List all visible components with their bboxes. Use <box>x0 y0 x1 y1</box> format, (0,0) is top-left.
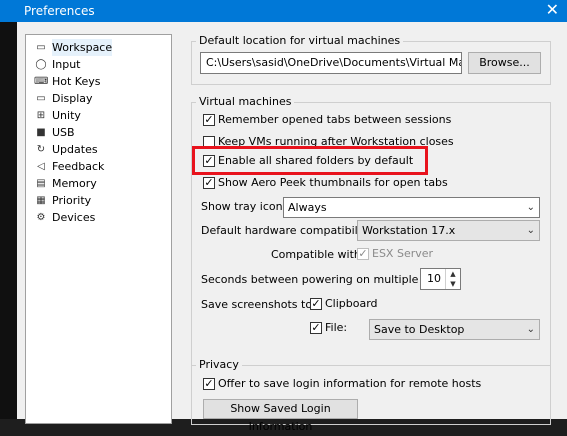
seconds-label: Seconds between powering on multiple VMs… <box>201 273 449 286</box>
remember-tabs-checkbox[interactable]: ✓ Remember opened tabs between sessions <box>203 113 451 126</box>
background-strip <box>0 22 17 419</box>
priority-icon: ▦ <box>36 194 46 206</box>
sidebar-item-priority[interactable]: ▦ Priority <box>26 192 171 209</box>
file-location-select[interactable]: Save to Desktop ⌄ <box>369 319 540 340</box>
chevron-down-icon: ⌄ <box>526 225 535 236</box>
checkbox-label: Clipboard <box>325 297 378 310</box>
aero-peek-checkbox[interactable]: ✓ Show Aero Peek thumbnails for open tab… <box>203 176 448 189</box>
checkmark-icon: ✓ <box>203 175 215 189</box>
sidebar-item-label: Display <box>52 92 93 105</box>
default-location-input[interactable]: C:\Users\sasid\OneDrive\Documents\Virtua… <box>200 52 462 74</box>
usb-icon: ■ <box>36 126 46 138</box>
chevron-down-icon: ⌄ <box>526 202 535 213</box>
title-bar: Preferences ✕ <box>0 0 567 22</box>
dialog-client-area: ▭ Workspace ◯ Input ⌨ Hot Keys ▭ Display ⊞ Un… <box>17 22 567 433</box>
sidebar-item-hot-keys[interactable]: ⌨ Hot Keys <box>26 73 171 90</box>
window-title: Preferences <box>24 4 95 18</box>
sidebar-item-usb[interactable]: ■ USB <box>26 124 171 141</box>
checkmark-icon: ✓ <box>310 296 322 310</box>
sidebar-item-devices[interactable]: ⚙ Devices <box>26 209 171 226</box>
hw-compat-value: Workstation 17.x <box>362 224 456 237</box>
stepper-arrows-icon[interactable]: ▲ ▼ <box>445 269 460 289</box>
sidebar-item-label: Devices <box>52 211 96 224</box>
compatible-with-label: Compatible with: <box>271 248 365 261</box>
sidebar-item-label: Hot Keys <box>52 75 101 88</box>
close-icon[interactable]: ✕ <box>546 1 559 19</box>
sidebar-item-label: Priority <box>52 194 92 207</box>
checkmark-icon: ✓ <box>203 112 215 126</box>
clipboard-checkbox[interactable]: ✓ Clipboard <box>310 297 378 310</box>
sidebar-item-workspace[interactable]: ▭ Workspace <box>26 39 171 56</box>
sidebar-item-memory[interactable]: ▤ Memory <box>26 175 171 192</box>
tray-icon-value: Always <box>288 201 327 214</box>
sidebar-item-feedback[interactable]: ◁ Feedback <box>26 158 171 175</box>
checkbox-label: Remember opened tabs between sessions <box>218 113 452 126</box>
monitor-icon: ▭ <box>36 92 46 104</box>
screenshots-label: Save screenshots to: <box>201 298 316 311</box>
default-location-legend: Default location for virtual machines <box>196 34 404 47</box>
sidebar-item-input[interactable]: ◯ Input <box>26 56 171 73</box>
updates-icon: ↻ <box>36 143 46 155</box>
unity-icon: ⊞ <box>36 109 46 121</box>
privacy-legend: Privacy <box>196 358 242 371</box>
sidebar-item-label: Memory <box>52 177 97 190</box>
checkbox-label: Show Aero Peek thumbnails for open tabs <box>218 176 448 189</box>
sidebar-item-label: Updates <box>52 143 98 156</box>
sidebar-item-display[interactable]: ▭ Display <box>26 90 171 107</box>
memory-icon: ▤ <box>36 177 46 189</box>
chevron-down-icon: ⌄ <box>526 324 535 335</box>
esx-server-checkbox[interactable]: ✓ ESX Server <box>357 247 433 260</box>
file-location-value: Save to Desktop <box>374 323 465 336</box>
mouse-icon: ◯ <box>35 58 47 70</box>
sidebar-item-updates[interactable]: ↻ Updates <box>26 141 171 158</box>
sidebar-item-label: Unity <box>52 109 81 122</box>
tray-icon-select[interactable]: Always ⌄ <box>283 197 540 218</box>
checkbox-label: File: <box>325 321 348 334</box>
hw-compat-select[interactable]: Workstation 17.x ⌄ <box>357 220 540 241</box>
sidebar-item-label: USB <box>52 126 75 139</box>
checkbox-label: Offer to save login information for remo… <box>218 377 482 390</box>
browse-button[interactable]: Browse... <box>468 52 541 74</box>
seconds-stepper[interactable]: 10 ▲ ▼ <box>420 268 461 290</box>
sidebar-item-label: Feedback <box>52 160 105 173</box>
sidebar-item-unity[interactable]: ⊞ Unity <box>26 107 171 124</box>
virtual-machines-legend: Virtual machines <box>196 95 295 108</box>
checkmark-icon: ✓ <box>357 246 369 260</box>
checkmark-icon: ✓ <box>310 320 322 334</box>
seconds-value: 10 <box>427 272 441 285</box>
highlight-box <box>192 146 428 175</box>
sidebar-item-label: Workspace <box>52 39 113 56</box>
offer-save-login-checkbox[interactable]: ✓ Offer to save login information for re… <box>203 377 481 390</box>
workspace-icon: ▭ <box>36 41 46 53</box>
sidebar-item-label: Input <box>52 58 81 71</box>
tray-icon-label: Show tray icon: <box>201 200 287 213</box>
keyboard-icon: ⌨ <box>34 75 49 87</box>
checkbox-label: ESX Server <box>372 247 434 260</box>
sidebar: ▭ Workspace ◯ Input ⌨ Hot Keys ▭ Display ⊞ Un… <box>25 34 172 424</box>
show-saved-login-button[interactable]: Show Saved Login Information <box>203 399 358 433</box>
devices-icon: ⚙ <box>36 211 46 223</box>
feedback-icon: ◁ <box>37 160 45 172</box>
hw-compat-label: Default hardware compatibility: <box>201 224 375 237</box>
checkmark-icon: ✓ <box>203 376 215 390</box>
file-checkbox[interactable]: ✓ File: <box>310 321 347 334</box>
